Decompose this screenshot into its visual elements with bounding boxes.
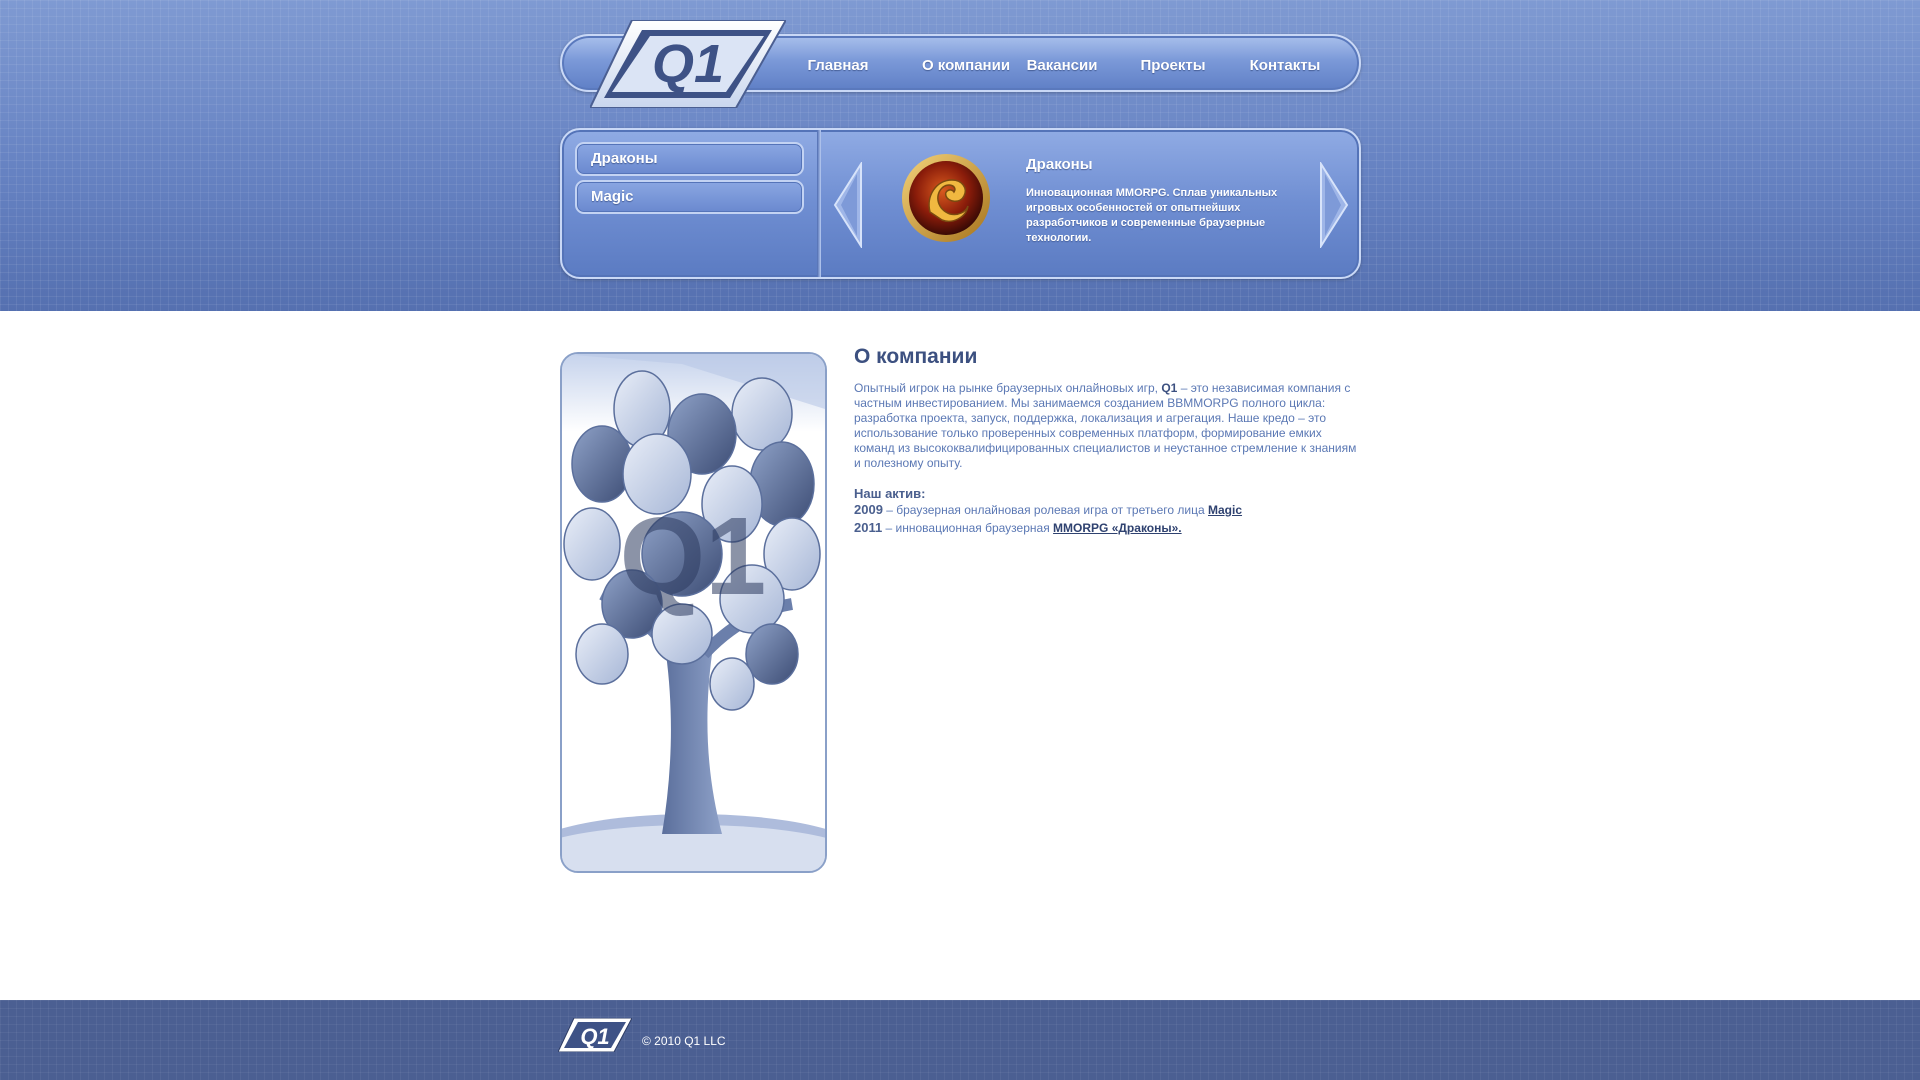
project-tab-magic[interactable]: Magic (575, 180, 804, 214)
project-tab-dragons[interactable]: Драконы (575, 142, 804, 176)
panel-divider (817, 130, 821, 277)
nav-item-projects[interactable]: Проекты (1130, 55, 1216, 77)
svg-text:Q1: Q1 (620, 495, 767, 618)
nav-item-vacancies[interactable]: Вакансии (1018, 55, 1106, 77)
footer: Q1 © 2010 Q1 LLC (0, 1000, 1920, 1080)
header-band: Q1 Главная О компании Вакансии Проекты К… (0, 0, 1920, 311)
tree-illustration: Q1 (560, 352, 827, 873)
asset-item-2011: 2011 – инновационная браузерная MMORPG «… (854, 520, 1182, 535)
svg-text:Q1: Q1 (580, 1024, 609, 1049)
projects-panel: Драконы Magic Драконы Инновационная MMOR… (560, 128, 1361, 279)
nav-item-contacts[interactable]: Контакты (1240, 55, 1330, 77)
nav-item-home[interactable]: Главная (794, 55, 882, 77)
page-title: О компании (854, 345, 978, 368)
dragons-link[interactable]: MMORPG «Драконы». (1053, 521, 1182, 535)
arrow-right-icon[interactable] (1319, 162, 1349, 248)
q1-logo[interactable]: Q1 (590, 20, 786, 108)
company-intro: Опытный игрок на рынке браузерных онлайн… (854, 381, 1357, 470)
featured-project-title[interactable]: Драконы (1026, 156, 1093, 173)
q1-logo-small[interactable]: Q1 (558, 1018, 632, 1052)
arrow-left-icon[interactable] (833, 162, 863, 248)
assets-heading: Наш актив: (854, 486, 926, 501)
dragon-emblem-icon[interactable] (900, 152, 992, 244)
brand-name: Q1 (1161, 381, 1178, 395)
main-content: О компании Опытный игрок на рынке браузе… (854, 345, 1360, 537)
nav-item-about[interactable]: О компании (898, 55, 1034, 77)
magic-link[interactable]: Magic (1208, 503, 1242, 517)
asset-item-2009: 2009 – браузерная онлайновая ролевая игр… (854, 502, 1243, 517)
svg-text:Q1: Q1 (652, 34, 724, 94)
featured-project-description: Инновационная MMORPG. Сплав уникальных и… (1026, 187, 1278, 244)
copyright: © 2010 Q1 LLC (642, 1034, 726, 1048)
